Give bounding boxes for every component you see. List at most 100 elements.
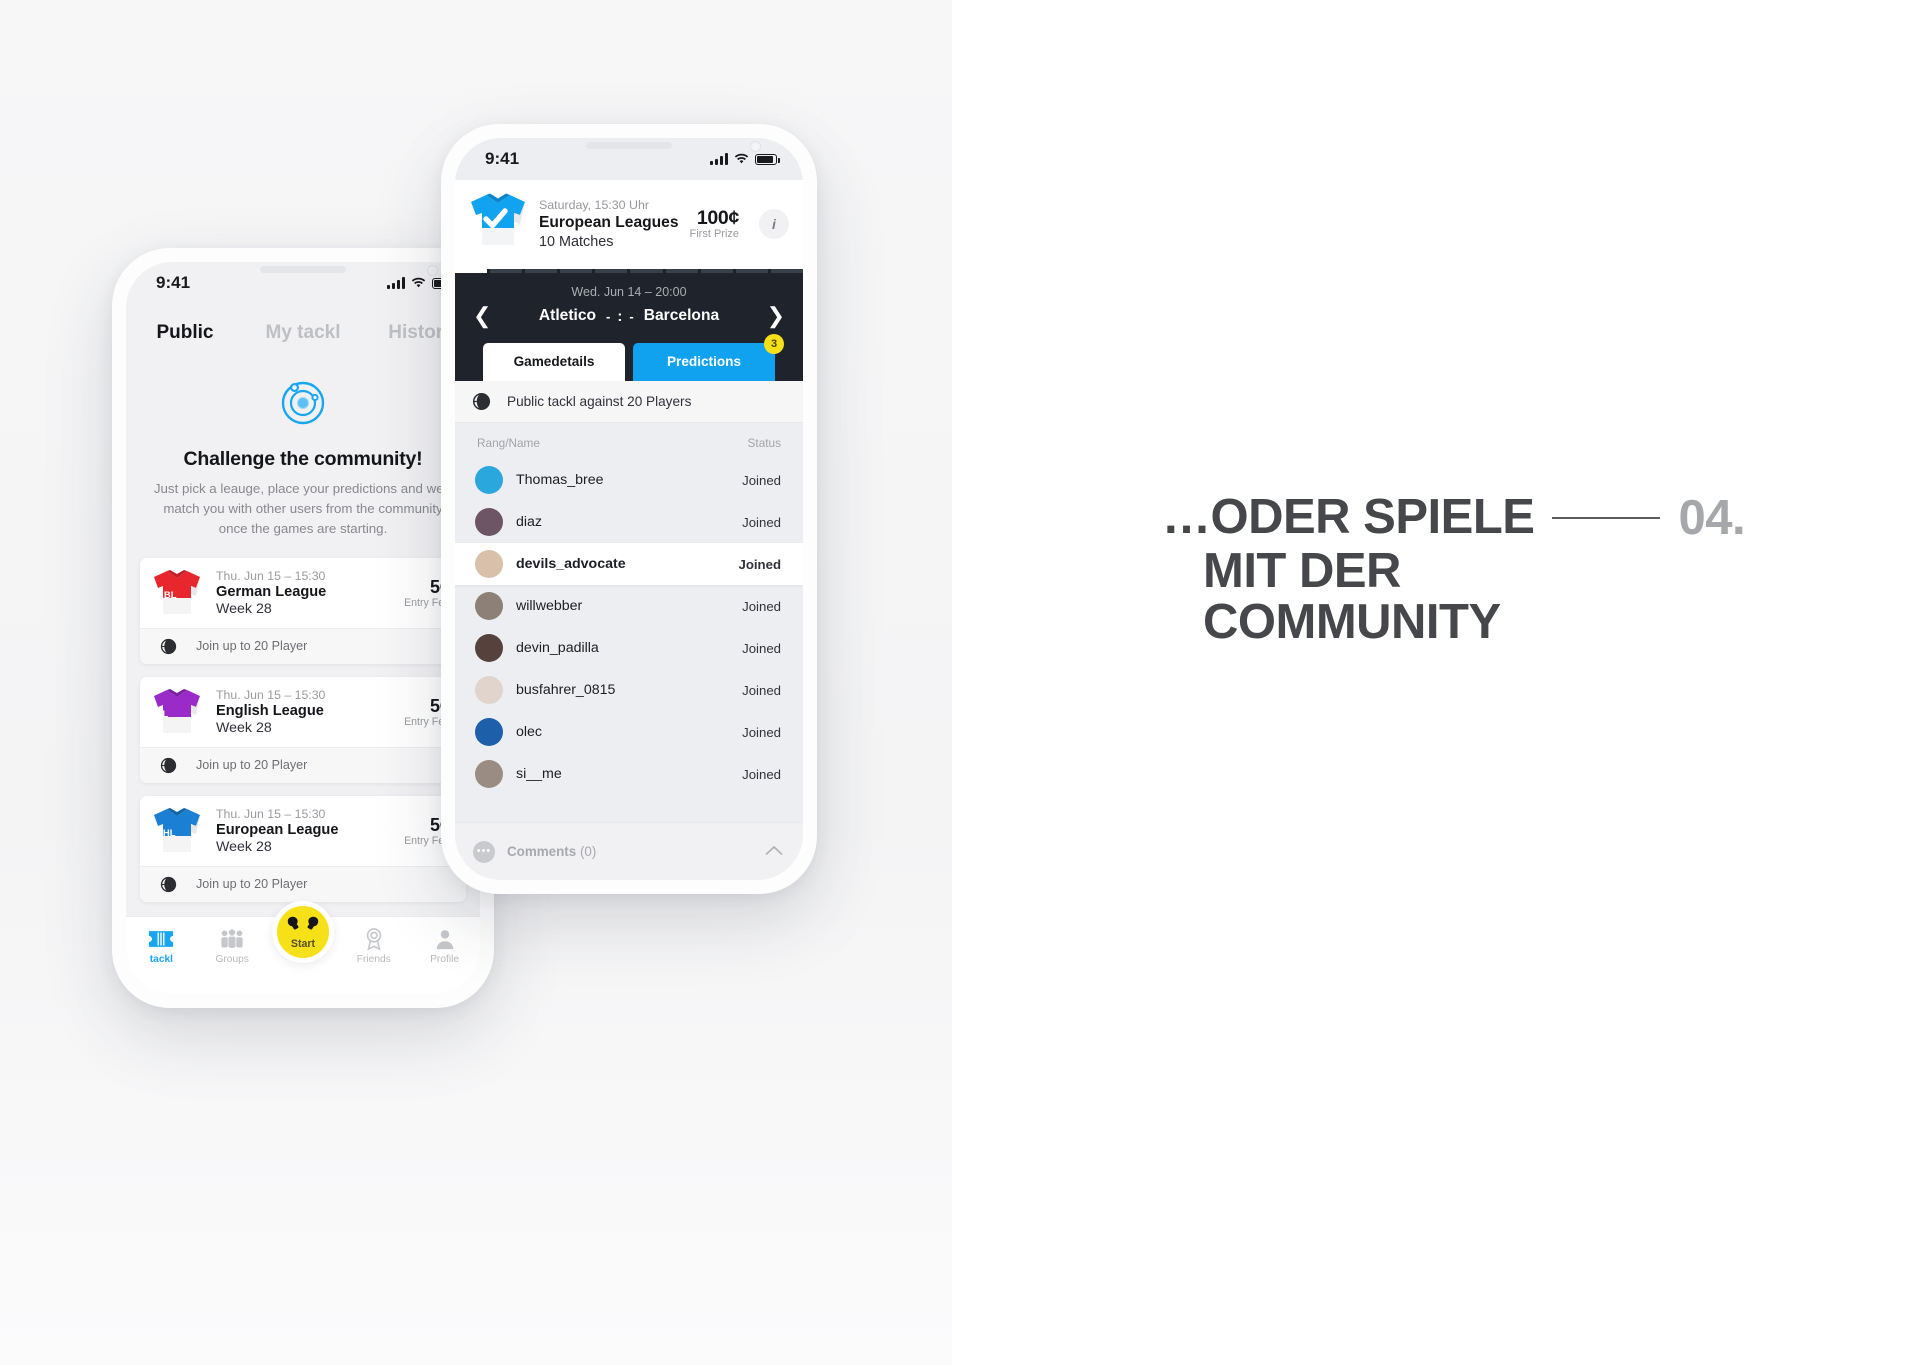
player-list: Thomas_bree Joined diaz Joined devils_ad… [455, 459, 803, 795]
avatar [475, 760, 503, 788]
blue-jersey-check-icon [467, 192, 529, 255]
tackl-match-count: 10 Matches [539, 233, 614, 250]
medal-icon [338, 927, 409, 951]
phone-right-notch [553, 138, 705, 149]
nav-item-groups[interactable]: Groups [197, 927, 268, 965]
page-root: 9:41 Public My tackl History Challenge t… [0, 0, 1920, 1365]
league-card[interactable]: 1.BL Thu. Jun 15 – 15:30 German League W… [140, 557, 466, 664]
nav-label-tackl: tackl [149, 954, 174, 965]
public-tackl-bar: Public tackl against 20 Players [455, 381, 803, 423]
tackl-title: European Leagues [539, 213, 679, 231]
player-name: busfahrer_0815 [516, 682, 616, 698]
status-icons [710, 153, 780, 165]
match-date: Wed. Jun 14 – 20:00 [571, 285, 687, 299]
league-card[interactable]: PL Thu. Jun 15 – 15:30 English League We… [140, 676, 466, 783]
league-card-title: European League [216, 821, 339, 838]
player-row[interactable]: willwebber Joined [455, 585, 803, 627]
predictions-badge: 3 [764, 334, 784, 354]
jersey-icon: CHL [150, 806, 204, 856]
phone-right-screen: 9:41 Saturday, 15:30 Uhr European League… [455, 138, 803, 880]
player-row[interactable]: si__me Joined [455, 753, 803, 795]
hero-body: Just pick a leauge, place your predictio… [153, 481, 453, 537]
league-card-week: Week 28 [216, 719, 272, 736]
league-badge: PL [156, 708, 169, 720]
league-card-join-row[interactable]: Join up to 20 Player [140, 627, 466, 664]
league-card-date: Thu. Jun 15 – 15:30 [216, 806, 326, 821]
player-row[interactable]: busfahrer_0815 Joined [455, 669, 803, 711]
player-row[interactable]: devin_padilla Joined [455, 627, 803, 669]
league-card-title: English League [216, 702, 324, 719]
community-orbit-icon [273, 372, 333, 432]
league-card-join-row[interactable]: Join up to 20 Player [140, 746, 466, 783]
globe-icon [455, 392, 507, 411]
nav-label-profile: Profile [430, 954, 460, 965]
nav-item-profile[interactable]: Profile [409, 927, 480, 965]
tackl-header-info: Saturday, 15:30 Uhr European Leagues 10 … [539, 198, 680, 250]
nav-item-friends[interactable]: Friends [338, 927, 409, 965]
public-tackl-text: Public tackl against 20 Players [507, 394, 692, 409]
chevron-left-icon[interactable]: ❮ [473, 305, 491, 327]
score-home: - [606, 308, 611, 324]
battery-icon [755, 153, 780, 165]
player-name: devils_advocate [516, 556, 626, 572]
phone-left: 9:41 Public My tackl History Challenge t… [112, 248, 494, 1008]
score-separator: : [617, 307, 623, 325]
match-score: - : - [606, 308, 634, 325]
league-card-info: Thu. Jun 15 – 15:30 English League Week … [204, 688, 404, 736]
nav-item-tackl[interactable]: tackl [126, 927, 197, 965]
comments-count: (0) [579, 844, 597, 859]
prize-amount: 100¢ [696, 207, 739, 229]
chevron-right-icon[interactable]: ❯ [767, 305, 785, 327]
boxing-gloves-icon [286, 915, 320, 937]
globe-icon [140, 638, 196, 655]
hero-title: Challenge the community! [183, 448, 423, 470]
front-camera [750, 141, 761, 152]
status-time: 9:41 [485, 149, 520, 168]
player-status: Joined [738, 556, 782, 572]
player-row[interactable]: diaz Joined [455, 501, 803, 543]
player-row[interactable]: olec Joined [455, 711, 803, 753]
league-card[interactable]: CHL Thu. Jun 15 – 15:30 European League … [140, 795, 466, 902]
match-row: ❮ Atletico - : - Barcelona ❯ [455, 299, 803, 343]
tab-predictions-label: Predictions [666, 354, 742, 369]
tackl-header: Saturday, 15:30 Uhr European Leagues 10 … [455, 180, 803, 269]
tab-gamedetails[interactable]: Gamedetails [483, 343, 625, 381]
tab-my-tackl[interactable]: My tackl [244, 322, 362, 344]
league-card-week: Week 28 [216, 600, 272, 617]
avatar [475, 550, 503, 578]
comments-text: Comments [507, 844, 577, 859]
jersey-icon: PL [150, 687, 204, 737]
start-button[interactable]: Start [272, 901, 334, 963]
league-card-join-text: Join up to 20 Player [196, 877, 308, 892]
league-card-join-row[interactable]: Join up to 20 Player [140, 865, 466, 902]
jersey-icon: 1.BL [150, 568, 204, 618]
player-name: diaz [516, 514, 543, 530]
prize-label: First Prize [689, 228, 740, 240]
player-list-header: Rang/Name Status [455, 423, 803, 459]
headline-line-1: …ODER SPIELE [1162, 490, 1535, 545]
info-icon[interactable]: i [759, 208, 789, 239]
match-teams: Atletico - : - Barcelona [539, 307, 719, 325]
headline-row-1: …ODER SPIELE 04. [1162, 490, 1862, 546]
league-card-top: 1.BL Thu. Jun 15 – 15:30 German League W… [140, 558, 466, 628]
player-row[interactable]: devils_advocate Joined [455, 543, 803, 585]
headline-line-3: COMMUNITY [1203, 595, 1501, 650]
globe-icon [140, 757, 196, 774]
chevron-up-icon[interactable] [765, 843, 783, 861]
comments-bar[interactable]: ••• Comments (0) [455, 822, 803, 880]
tab-predictions[interactable]: Predictions 3 [633, 334, 784, 381]
player-name: si__me [516, 766, 562, 782]
player-row[interactable]: Thomas_bree Joined [455, 459, 803, 501]
wifi-icon [734, 153, 749, 164]
comment-bubble-icon: ••• [473, 840, 495, 863]
tab-public[interactable]: Public [126, 322, 244, 344]
tackl-date: Saturday, 15:30 Uhr [539, 197, 649, 212]
player-status: Joined [742, 682, 781, 698]
avatar [475, 466, 503, 494]
avatar [475, 634, 503, 662]
wifi-icon [411, 277, 426, 288]
globe-icon [140, 876, 196, 893]
avatar [475, 718, 503, 746]
league-card-info: Thu. Jun 15 – 15:30 European League Week… [204, 807, 404, 855]
player-name: devin_padilla [516, 640, 599, 656]
